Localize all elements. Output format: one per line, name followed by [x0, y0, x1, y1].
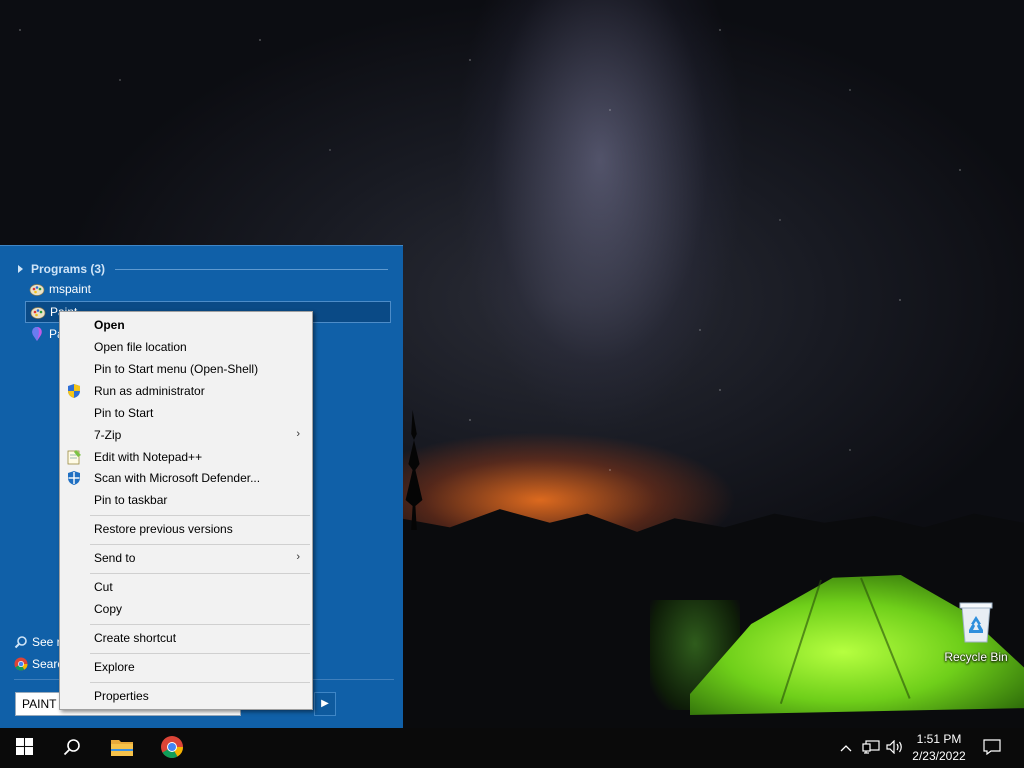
start-button[interactable]: [0, 728, 48, 768]
volume-icon: [886, 739, 904, 757]
menu-item-copy[interactable]: Copy: [62, 598, 310, 620]
programs-header-label: Programs (3): [31, 262, 106, 276]
menu-separator: [90, 544, 310, 545]
chrome-icon: [14, 657, 28, 671]
magnifier-icon: [14, 635, 28, 649]
programs-group-header[interactable]: Programs (3): [18, 261, 388, 277]
notepad-plus-plus-icon: [66, 449, 82, 465]
recycle-bin-label: Recycle Bin: [944, 650, 1008, 664]
program-item-mspaint[interactable]: mspaint: [25, 278, 391, 300]
menu-item-create-shortcut[interactable]: Create shortcut: [62, 627, 310, 649]
search-icon: [63, 738, 81, 759]
menu-item-label: Pin to Start menu (Open-Shell): [94, 362, 259, 376]
show-hidden-icons-button[interactable]: [836, 728, 856, 768]
menu-item-label: Copy: [94, 602, 123, 616]
menu-separator: [90, 624, 310, 625]
menu-separator: [90, 682, 310, 683]
context-menu: Open Open file location Pin to Start men…: [59, 311, 313, 710]
chrome-icon: [160, 735, 184, 762]
menu-item-open-file-location[interactable]: Open file location: [62, 336, 310, 358]
menu-item-label: Explore: [94, 660, 135, 674]
expand-triangle-icon: [18, 265, 23, 273]
menu-item-pin-to-start[interactable]: Pin to Start: [62, 402, 310, 424]
menu-item-restore-previous-versions[interactable]: Restore previous versions: [62, 518, 310, 540]
submenu-arrow-icon: ›: [296, 428, 300, 440]
menu-item-scan-with-microsoft-defender[interactable]: Scan with Microsoft Defender...: [62, 467, 310, 489]
file-explorer-icon: [110, 737, 134, 760]
divider: [115, 268, 388, 270]
menu-item-label: Open: [94, 318, 125, 332]
submenu-arrow-icon: ›: [296, 551, 300, 563]
uac-shield-icon: [66, 383, 82, 399]
file-explorer-button[interactable]: [98, 728, 146, 768]
taskbar-search-button[interactable]: [48, 728, 96, 768]
menu-item-label: Properties: [94, 689, 149, 703]
menu-item-label: Scan with Microsoft Defender...: [94, 471, 261, 485]
see-more-label: See r: [32, 635, 61, 649]
search-web-link[interactable]: Searc: [14, 657, 63, 671]
menu-item-properties[interactable]: Properties: [62, 685, 310, 707]
menu-item-label: Send to: [94, 551, 136, 565]
chevron-up-icon: [840, 741, 852, 755]
menu-item-cut[interactable]: Cut: [62, 576, 310, 598]
defender-icon: [66, 470, 82, 486]
taskbar: 1:51 PM 2/23/2022: [0, 728, 1024, 768]
recycle-bin-shortcut[interactable]: Recycle Bin: [938, 600, 1014, 664]
menu-item-run-as-administrator[interactable]: Run as administrator: [62, 380, 310, 402]
menu-item-7-zip[interactable]: 7-Zip ›: [62, 424, 310, 446]
clock-time: 1:51 PM: [916, 732, 962, 746]
paint-3d-icon: [29, 326, 45, 342]
paint-icon: [30, 304, 46, 320]
menu-separator: [90, 515, 310, 516]
menu-item-explore[interactable]: Explore: [62, 656, 310, 678]
menu-separator: [90, 573, 310, 574]
menu-item-label: Restore previous versions: [94, 522, 233, 536]
menu-item-label: Pin to Start: [94, 406, 154, 420]
menu-item-label: Edit with Notepad++: [94, 450, 203, 464]
windows-start-icon: [15, 738, 33, 758]
menu-item-label: Open file location: [94, 340, 187, 354]
menu-item-pin-to-start-menu-open-shell[interactable]: Pin to Start menu (Open-Shell): [62, 358, 310, 380]
see-more-results-link[interactable]: See r: [14, 635, 61, 649]
menu-item-edit-with-notepad-plus-plus[interactable]: Edit with Notepad++: [62, 446, 310, 468]
paint-icon: [29, 281, 45, 297]
taskbar-clock[interactable]: 1:51 PM 2/23/2022: [904, 731, 974, 765]
menu-item-pin-to-taskbar[interactable]: Pin to taskbar: [62, 489, 310, 511]
volume-button[interactable]: [884, 728, 906, 768]
menu-item-label: Pin to taskbar: [94, 493, 168, 507]
search-arrow-button[interactable]: ▶: [314, 692, 336, 716]
menu-item-send-to[interactable]: Send to ›: [62, 547, 310, 569]
recycle-bin-icon: [956, 600, 996, 644]
clock-date: 2/23/2022: [912, 749, 966, 763]
chevron-right-icon: ▶: [321, 698, 329, 709]
menu-item-label: 7-Zip: [94, 428, 122, 442]
menu-item-label: Run as administrator: [94, 384, 205, 398]
program-label: mspaint: [49, 282, 92, 296]
network-button[interactable]: [860, 728, 882, 768]
chrome-taskbar-button[interactable]: [148, 728, 196, 768]
network-icon: [862, 739, 880, 757]
menu-item-label: Cut: [94, 580, 113, 594]
menu-separator: [90, 653, 310, 654]
action-center-button[interactable]: [978, 728, 1006, 768]
notification-icon: [983, 738, 1001, 758]
menu-item-label: Create shortcut: [94, 631, 177, 645]
menu-item-open[interactable]: Open: [62, 314, 310, 336]
